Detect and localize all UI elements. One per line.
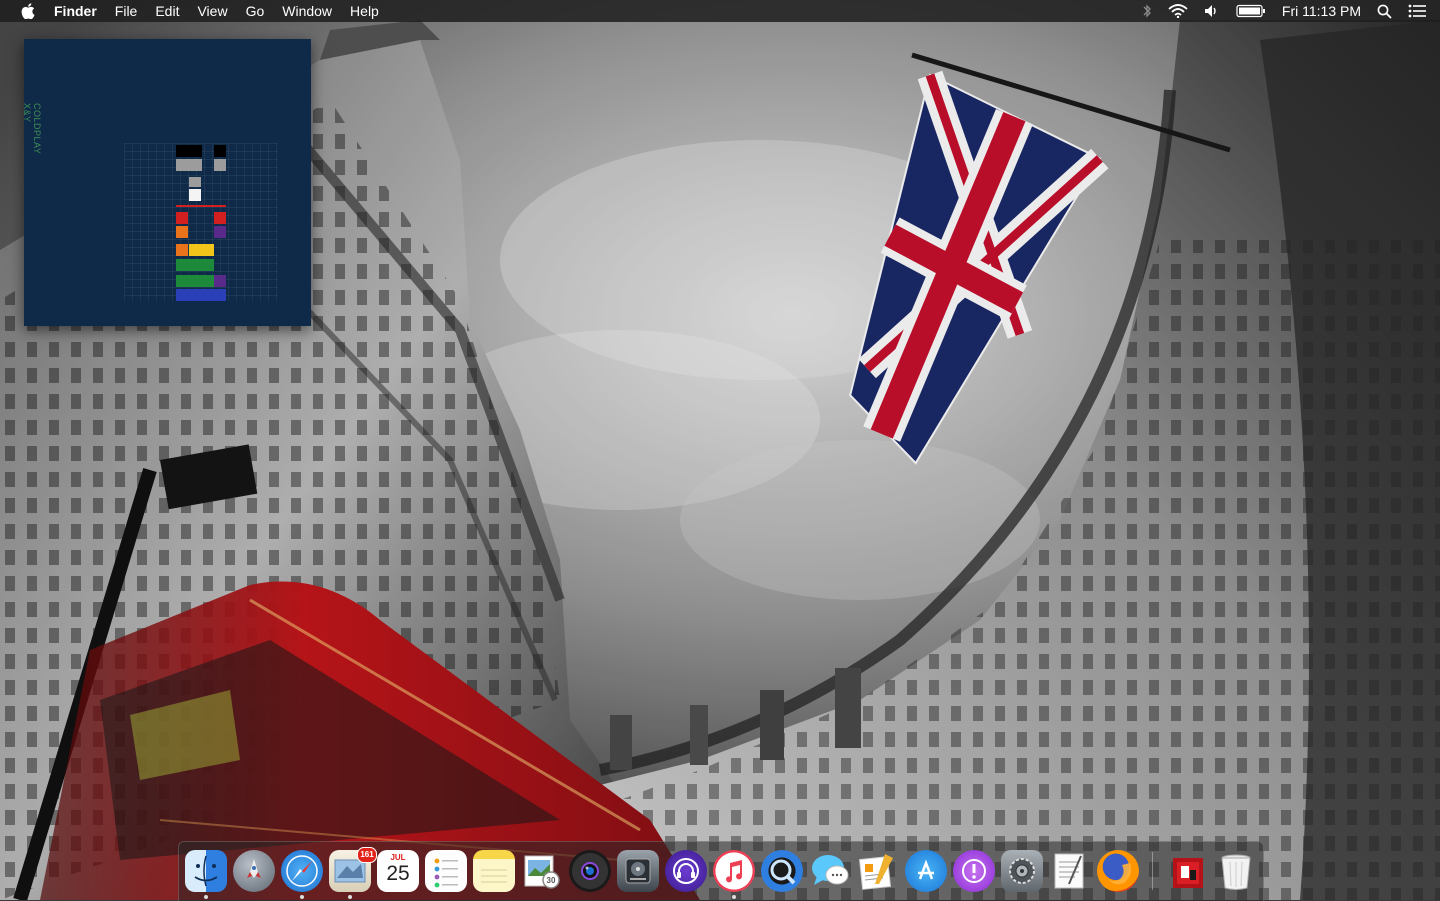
menu-go[interactable]: Go	[237, 0, 274, 22]
block-gray-2	[214, 159, 226, 171]
block-red-line	[176, 205, 226, 207]
album-art-icon[interactable]	[1167, 850, 1209, 892]
menu-file[interactable]: File	[106, 0, 147, 22]
menu-edit[interactable]: Edit	[146, 0, 188, 22]
safari-icon[interactable]	[281, 850, 323, 892]
album-title: X&Y	[22, 103, 32, 123]
block-orange-1	[176, 226, 188, 238]
system-preferences-icon[interactable]	[1001, 850, 1043, 892]
block-blue-1	[176, 289, 226, 301]
spotlight-icon[interactable]	[1377, 0, 1392, 22]
safari-running-dot	[300, 895, 304, 899]
mail-running-dot	[348, 895, 352, 899]
wifi-icon[interactable]	[1168, 0, 1188, 22]
album-artist: COLDPLAY	[32, 103, 42, 155]
block-black-2	[214, 145, 226, 157]
menu-view[interactable]: View	[188, 0, 236, 22]
podcast-app-icon[interactable]	[665, 850, 707, 892]
block-purple-1	[214, 226, 226, 238]
block-white-1	[189, 189, 201, 201]
photo-booth-icon[interactable]	[569, 850, 611, 892]
block-purple-2	[214, 275, 226, 287]
textedit-icon[interactable]	[1049, 850, 1091, 892]
block-gray-3	[189, 177, 201, 187]
bluetooth-icon[interactable]	[1142, 0, 1152, 22]
block-orange-2	[176, 244, 188, 256]
menubar-clock[interactable]: Fri 11:13 PM	[1282, 3, 1361, 19]
launchpad-icon[interactable]	[233, 850, 275, 892]
apple-menu-icon[interactable]	[18, 0, 38, 22]
mail-icon[interactable]: 161	[329, 847, 377, 892]
itunes-running-dot	[732, 895, 736, 899]
battery-icon[interactable]	[1236, 0, 1266, 22]
album-vertical-text: COLDPLAY X&Y	[22, 103, 42, 233]
messages-icon[interactable]	[809, 850, 851, 892]
status-area: Fri 11:13 PM	[1134, 0, 1440, 22]
app-store-icon[interactable]	[905, 850, 947, 892]
calendar-month: JUL	[390, 853, 406, 862]
firefox-icon[interactable]	[1097, 850, 1139, 892]
dock-separator	[1152, 852, 1153, 890]
trash-icon[interactable]	[1215, 850, 1257, 892]
calendar-icon[interactable]: JUL 25	[377, 850, 419, 892]
mail-badge: 161	[357, 847, 377, 863]
finder-running-dot	[204, 895, 208, 899]
album-art-widget[interactable]: COLDPLAY X&Y	[22, 39, 311, 326]
feedback-icon[interactable]	[953, 850, 995, 892]
pages-icon[interactable]	[857, 850, 899, 892]
reminders-icon[interactable]	[425, 850, 467, 892]
block-red-1	[176, 212, 188, 224]
notification-center-icon[interactable]	[1408, 0, 1426, 22]
svg-text:30: 30	[547, 876, 556, 885]
block-green-1	[176, 259, 214, 271]
block-yellow-1	[189, 244, 214, 256]
preview-icon[interactable]: 30	[521, 850, 563, 892]
dock: 161 JUL 25 30	[178, 841, 1264, 901]
block-green-2	[176, 275, 214, 287]
finder-icon[interactable]	[185, 850, 227, 892]
block-black-1	[176, 145, 202, 157]
menu-window[interactable]: Window	[273, 0, 341, 22]
calendar-day: 25	[386, 862, 410, 885]
block-gray-1	[176, 159, 202, 171]
notes-icon[interactable]	[473, 850, 515, 892]
quicktime-icon[interactable]	[761, 850, 803, 892]
block-red-2	[214, 212, 226, 224]
menu-help[interactable]: Help	[341, 0, 388, 22]
app-name-menu[interactable]: Finder	[52, 0, 106, 22]
menu-bar: Finder File Edit View Go Window Help Fri…	[0, 0, 1440, 22]
itunes-icon[interactable]	[713, 850, 755, 892]
disk-utility-icon[interactable]	[617, 850, 659, 892]
volume-icon[interactable]	[1204, 0, 1220, 22]
